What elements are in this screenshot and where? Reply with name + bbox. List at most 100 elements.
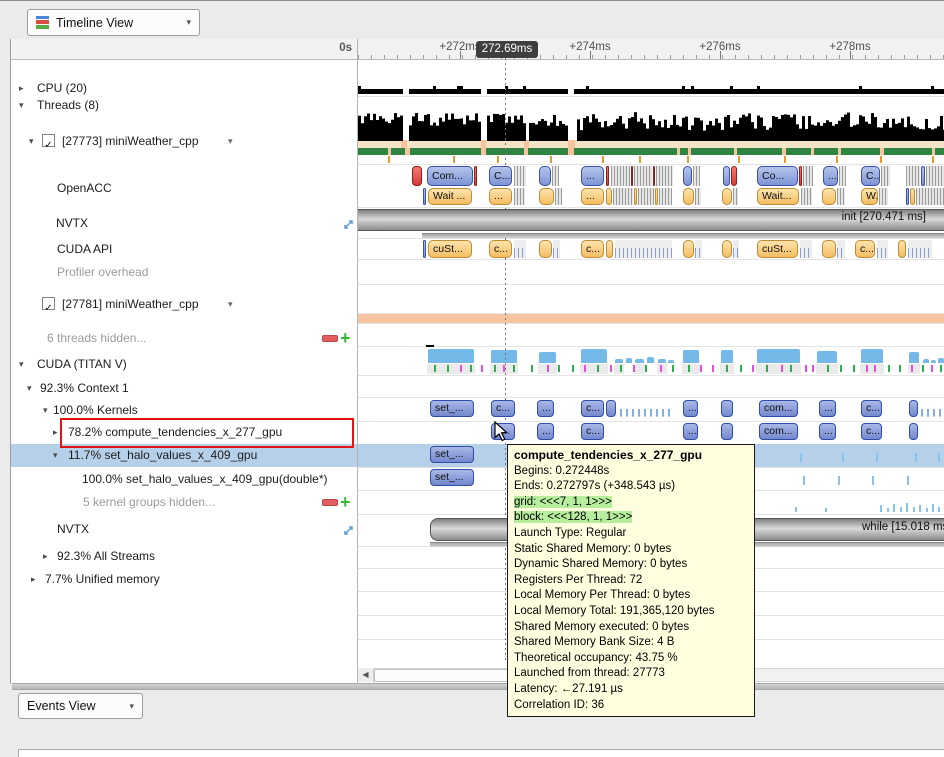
cuda-api-event[interactable]	[898, 240, 906, 258]
kernels-event[interactable]: set_...	[430, 400, 474, 417]
sidebar-item-profiler-overhead[interactable]: Profiler overhead	[11, 261, 357, 283]
openacc-wait-event[interactable]	[555, 188, 562, 205]
cuda-api-event[interactable]: cuSt...	[757, 240, 798, 258]
kernels-event[interactable]: c...	[491, 400, 515, 417]
openacc-compute-event[interactable]	[514, 166, 526, 186]
compute-tendencies-event[interactable]: ...	[537, 423, 554, 440]
openacc-wait-event[interactable]	[916, 188, 944, 205]
timeline-view-dropdown[interactable]: Timeline View ▾	[27, 9, 200, 36]
scrollbar-left-arrow[interactable]: ◀	[358, 668, 374, 682]
filter-plus-icon[interactable]: +	[340, 491, 351, 513]
sidebar-item-nvtx-context[interactable]: NVTX	[11, 518, 357, 540]
openacc-compute-event[interactable]	[653, 166, 655, 186]
compute-tendencies-event[interactable]: com...	[759, 423, 798, 440]
openacc-compute-event[interactable]	[683, 166, 692, 186]
openacc-compute-event[interactable]: Com...	[427, 166, 473, 186]
openacc-wait-event[interactable]	[514, 188, 525, 205]
kernels-event[interactable]	[909, 400, 918, 417]
openacc-wait-event[interactable]: W...	[861, 188, 878, 205]
openacc-compute-event[interactable]	[731, 166, 737, 186]
collapse-arrow-icon[interactable]: ▾	[43, 399, 48, 421]
compute-tendencies-event[interactable]	[909, 423, 918, 440]
kernels-event[interactable]: c...	[861, 400, 882, 417]
openacc-compute-event[interactable]	[606, 166, 609, 186]
expand-arrow-icon[interactable]: ▸	[53, 421, 58, 443]
openacc-wait-event[interactable]	[695, 188, 701, 205]
compute-tendencies-event[interactable]	[721, 423, 733, 440]
openacc-wait-event[interactable]	[613, 188, 633, 205]
openacc-compute-event[interactable]	[539, 166, 551, 186]
openacc-wait-event[interactable]	[606, 188, 612, 205]
openacc-compute-event[interactable]: C...	[489, 166, 512, 186]
expand-arrow-icon[interactable]: ▸	[43, 545, 48, 567]
cuda-api-event[interactable]	[733, 240, 739, 258]
sidebar-item-set-halo-values-double[interactable]: 100.0% set_halo_values_x_409_gpu(double*…	[11, 468, 357, 490]
openacc-compute-event[interactable]: ...	[823, 166, 838, 186]
openacc-wait-event[interactable]	[722, 188, 732, 205]
openacc-wait-event[interactable]	[879, 188, 888, 205]
openacc-compute-event[interactable]	[906, 166, 920, 186]
compute-tendencies-event[interactable]: ...	[683, 423, 698, 440]
openacc-wait-event[interactable]	[837, 188, 845, 205]
openacc-wait-event[interactable]	[638, 188, 654, 205]
openacc-wait-event[interactable]	[539, 188, 554, 205]
sidebar-item-unified-memory[interactable]: ▸7.7% Unified memory	[11, 568, 357, 590]
compute-tendencies-event[interactable]: c...	[581, 423, 604, 440]
sidebar-item-context-1[interactable]: ▾92.3% Context 1	[11, 377, 357, 399]
openacc-compute-event[interactable]	[839, 166, 846, 186]
openacc-compute-event[interactable]	[723, 166, 730, 186]
openacc-compute-event[interactable]	[611, 166, 630, 186]
collapse-arrow-icon[interactable]: ▾	[29, 130, 34, 152]
sidebar-item-cuda-titan-v[interactable]: ▾CUDA (TITAN V)	[11, 353, 357, 375]
openacc-wait-event[interactable]	[733, 188, 738, 205]
set-halo-event[interactable]: set_...	[430, 446, 474, 463]
openacc-wait-event[interactable]: ...	[489, 188, 512, 205]
kernels-event[interactable]	[606, 400, 616, 417]
openacc-compute-event[interactable]	[412, 166, 422, 186]
filter-minus-icon[interactable]	[322, 499, 338, 506]
filter-minus-icon[interactable]	[322, 335, 338, 342]
filter-plus-icon[interactable]: +	[340, 327, 351, 349]
openacc-compute-event[interactable]	[631, 166, 633, 186]
cuda-api-event[interactable]	[722, 240, 732, 258]
sidebar-item-process-27781[interactable]: ✓[27781] miniWeather_cpp▾	[11, 293, 357, 315]
compute-tendencies-event[interactable]: ...	[819, 423, 836, 440]
openacc-compute-event[interactable]	[552, 166, 559, 186]
openacc-compute-event[interactable]	[656, 166, 673, 186]
expand-arrow-icon[interactable]: ▸	[31, 568, 36, 590]
openacc-wait-event[interactable]	[423, 188, 426, 205]
kernels-event[interactable]: ...	[683, 400, 698, 417]
sidebar-item-openacc[interactable]: OpenACC	[11, 177, 357, 199]
openacc-wait-event[interactable]	[655, 188, 658, 205]
cuda-api-event[interactable]	[837, 240, 845, 258]
set-halo-double-event[interactable]: set_...	[430, 469, 474, 486]
kernels-event[interactable]	[620, 400, 674, 417]
openacc-wait-event[interactable]: ...	[581, 188, 604, 205]
cuda-api-event[interactable]	[908, 240, 932, 258]
cuda-api-event[interactable]	[539, 240, 552, 258]
cuda-api-event[interactable]	[800, 240, 812, 258]
row-options-caret-icon[interactable]: ▾	[228, 130, 233, 152]
openacc-wait-event[interactable]	[634, 188, 637, 205]
sidebar-item-process-27773[interactable]: ▾✓[27773] miniWeather_cpp▾	[11, 130, 357, 152]
collapse-arrow-icon[interactable]: ▾	[19, 353, 24, 375]
openacc-wait-event[interactable]	[683, 188, 694, 205]
cuda-api-event[interactable]	[695, 240, 702, 258]
sidebar-item-nvtx-27773[interactable]: NVTX	[11, 212, 357, 234]
openacc-wait-event[interactable]	[906, 188, 909, 205]
cuda-api-event[interactable]	[553, 240, 560, 258]
openacc-wait-event[interactable]	[910, 188, 915, 205]
sidebar-item-all-streams[interactable]: ▸92.3% All Streams	[11, 545, 357, 567]
cuda-api-event[interactable]	[423, 240, 426, 258]
openacc-wait-event[interactable]	[822, 188, 836, 205]
cuda-api-event[interactable]	[606, 240, 613, 258]
cuda-api-event[interactable]	[822, 240, 836, 258]
collapse-arrow-icon[interactable]: ▾	[53, 444, 58, 466]
openacc-wait-event[interactable]	[659, 188, 672, 205]
openacc-compute-event[interactable]	[921, 166, 925, 186]
cuda-api-event[interactable]: c...	[855, 240, 875, 258]
cuda-api-event[interactable]: cuSt...	[428, 240, 472, 258]
compute-tendencies-event[interactable]: c...	[861, 423, 882, 440]
events-view-dropdown[interactable]: Events View ▾	[18, 693, 143, 719]
cuda-api-event[interactable]	[683, 240, 694, 258]
